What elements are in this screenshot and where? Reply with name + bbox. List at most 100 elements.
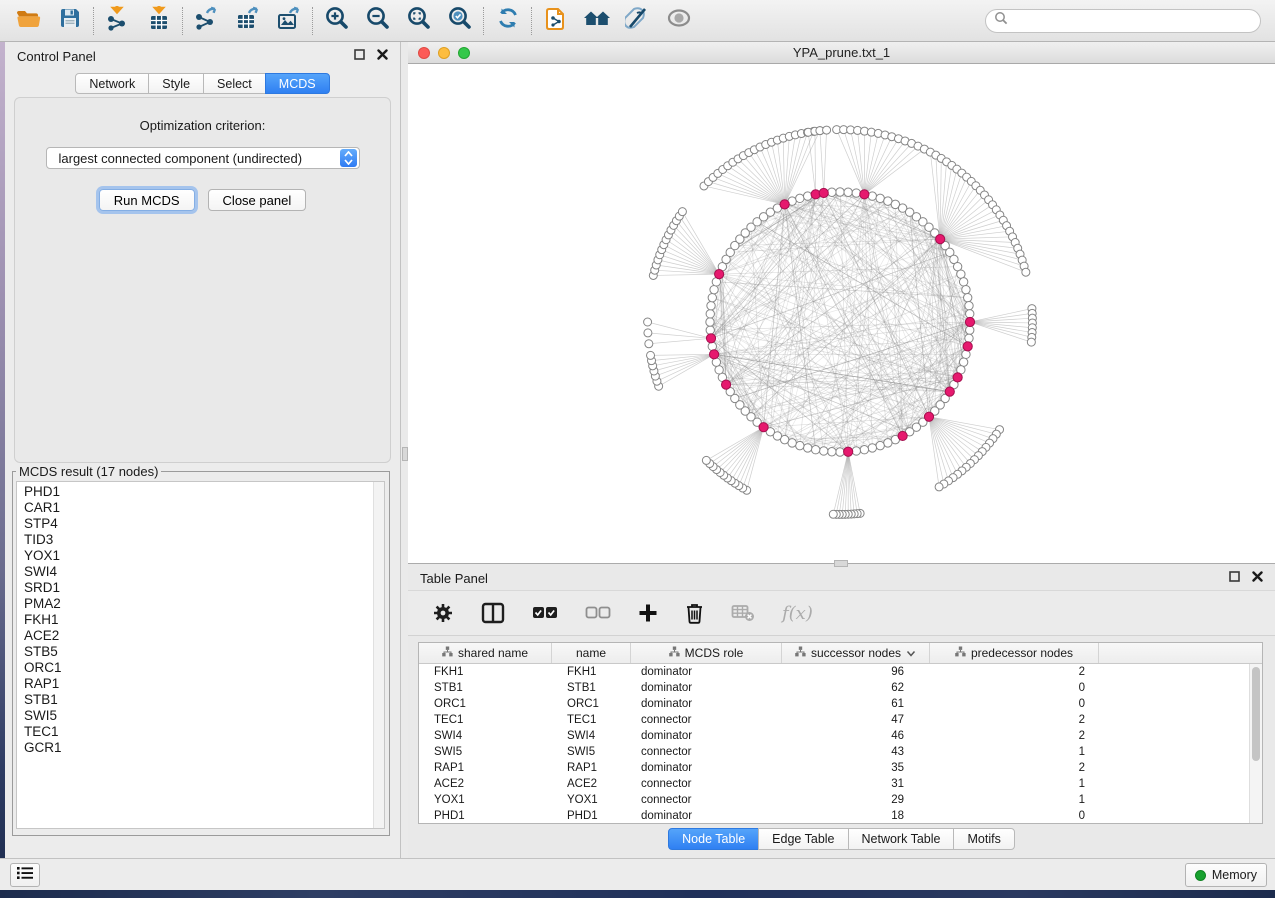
network-node[interactable]	[819, 188, 828, 197]
network-node[interactable]	[965, 302, 973, 310]
network-node[interactable]	[708, 342, 716, 350]
column-header-successor-nodes[interactable]: successor nodes	[782, 643, 930, 663]
table-row[interactable]: SWI5SWI5connector431	[419, 744, 1262, 760]
criterion-dropdown[interactable]: largest connected component (undirected)	[46, 147, 360, 169]
zoom-out-button[interactable]	[357, 4, 398, 38]
network-node[interactable]	[965, 334, 973, 342]
tab-node-table[interactable]: Node Table	[668, 828, 759, 850]
run-mcds-button[interactable]: Run MCDS	[99, 189, 195, 211]
save-session-button[interactable]	[49, 4, 90, 38]
deselect-all-checks-icon[interactable]	[585, 606, 611, 620]
mcds-result-item[interactable]: CAR1	[17, 500, 384, 516]
network-graph[interactable]	[408, 64, 1275, 563]
mcds-result-item[interactable]: FKH1	[17, 612, 384, 628]
network-node[interactable]	[759, 423, 768, 432]
zoom-fit-button[interactable]	[398, 4, 439, 38]
mcds-result-item[interactable]: TID3	[17, 532, 384, 548]
panel-menu-button[interactable]	[10, 863, 40, 887]
mcds-result-item[interactable]: YOX1	[17, 548, 384, 564]
table-row[interactable]: STB1STB1dominator620	[419, 680, 1262, 696]
network-node[interactable]	[796, 441, 804, 449]
table-scrollbar[interactable]	[1249, 664, 1262, 823]
network-node[interactable]	[860, 445, 868, 453]
column-header-predecessor-nodes[interactable]: predecessor nodes	[930, 643, 1099, 663]
mcds-result-item[interactable]: PHD1	[17, 484, 384, 500]
network-node[interactable]	[828, 448, 836, 456]
mcds-result-item[interactable]: SWI5	[17, 708, 384, 724]
delete-rows-icon[interactable]	[685, 602, 704, 624]
network-node[interactable]	[844, 188, 852, 196]
select-all-checks-icon[interactable]	[532, 606, 558, 620]
mcds-result-item[interactable]: RAP1	[17, 676, 384, 692]
toggle-graphics-details-button[interactable]	[617, 4, 658, 38]
network-node[interactable]	[707, 302, 715, 310]
network-node[interactable]	[709, 350, 718, 359]
mcds-result-item[interactable]: STB5	[17, 644, 384, 660]
float-panel-icon[interactable]	[354, 47, 365, 65]
network-node[interactable]	[710, 285, 718, 293]
mcds-result-item[interactable]: GCR1	[17, 740, 384, 756]
refresh-view-button[interactable]	[487, 4, 528, 38]
tab-network-table[interactable]: Network Table	[848, 828, 955, 850]
network-node[interactable]	[898, 431, 907, 440]
column-header-name[interactable]: name	[552, 643, 631, 663]
memory-button[interactable]: Memory	[1185, 863, 1267, 887]
network-node[interactable]	[645, 340, 653, 348]
network-node[interactable]	[706, 326, 714, 334]
network-node[interactable]	[647, 351, 655, 359]
close-panel-icon[interactable]	[377, 47, 388, 65]
network-node[interactable]	[706, 310, 714, 318]
tab-edge-table[interactable]: Edge Table	[758, 828, 848, 850]
network-node[interactable]	[1022, 268, 1030, 276]
network-node[interactable]	[706, 318, 714, 326]
network-node[interactable]	[644, 329, 652, 337]
export-image-button[interactable]	[268, 4, 309, 38]
mcds-result-item[interactable]: STB1	[17, 692, 384, 708]
network-node[interactable]	[868, 444, 876, 452]
network-node[interactable]	[852, 189, 860, 197]
mcds-result-item[interactable]: SWI4	[17, 564, 384, 580]
table-row[interactable]: FKH1FKH1dominator962	[419, 664, 1262, 680]
network-node[interactable]	[936, 235, 945, 244]
network-node[interactable]	[702, 456, 710, 464]
network-node[interactable]	[829, 510, 837, 518]
open-network-file-button[interactable]	[535, 4, 576, 38]
network-node[interactable]	[868, 192, 876, 200]
network-node[interactable]	[708, 293, 716, 301]
network-node[interactable]	[780, 200, 789, 209]
table-row[interactable]: YOX1YOX1connector291	[419, 792, 1262, 808]
show-columns-icon[interactable]	[481, 602, 505, 624]
close-panel-icon[interactable]	[1252, 569, 1263, 587]
table-row[interactable]: ORC1ORC1dominator610	[419, 696, 1262, 712]
network-node[interactable]	[962, 285, 970, 293]
table-options-gear-icon[interactable]	[432, 602, 454, 624]
vertical-splitter[interactable]	[400, 42, 408, 858]
network-node[interactable]	[959, 278, 967, 286]
close-panel-button[interactable]: Close panel	[208, 189, 307, 211]
network-node[interactable]	[962, 350, 970, 358]
network-node[interactable]	[820, 447, 828, 455]
table-row[interactable]: ACE2ACE2connector311	[419, 776, 1262, 792]
birds-eye-view-button[interactable]	[658, 4, 699, 38]
network-node[interactable]	[836, 448, 844, 456]
network-node[interactable]	[876, 441, 884, 449]
table-row[interactable]: RAP1RAP1dominator352	[419, 760, 1262, 776]
tab-network[interactable]: Network	[75, 73, 149, 94]
network-node[interactable]	[935, 483, 943, 491]
mcds-result-item[interactable]: ORC1	[17, 660, 384, 676]
zoom-in-button[interactable]	[316, 4, 357, 38]
import-table-button[interactable]	[138, 4, 179, 38]
search-input[interactable]	[1008, 14, 1260, 28]
mcds-result-item[interactable]: PMA2	[17, 596, 384, 612]
add-row-icon[interactable]	[638, 603, 658, 623]
network-node[interactable]	[957, 270, 965, 278]
mcds-list-scrollbar[interactable]	[373, 482, 384, 828]
network-node[interactable]	[715, 366, 723, 374]
network-node[interactable]	[844, 447, 853, 456]
network-node[interactable]	[828, 188, 836, 196]
home-view-button[interactable]	[576, 4, 617, 38]
network-node[interactable]	[823, 126, 831, 134]
network-node[interactable]	[721, 380, 730, 389]
network-node[interactable]	[836, 188, 844, 196]
network-node[interactable]	[1027, 338, 1035, 346]
